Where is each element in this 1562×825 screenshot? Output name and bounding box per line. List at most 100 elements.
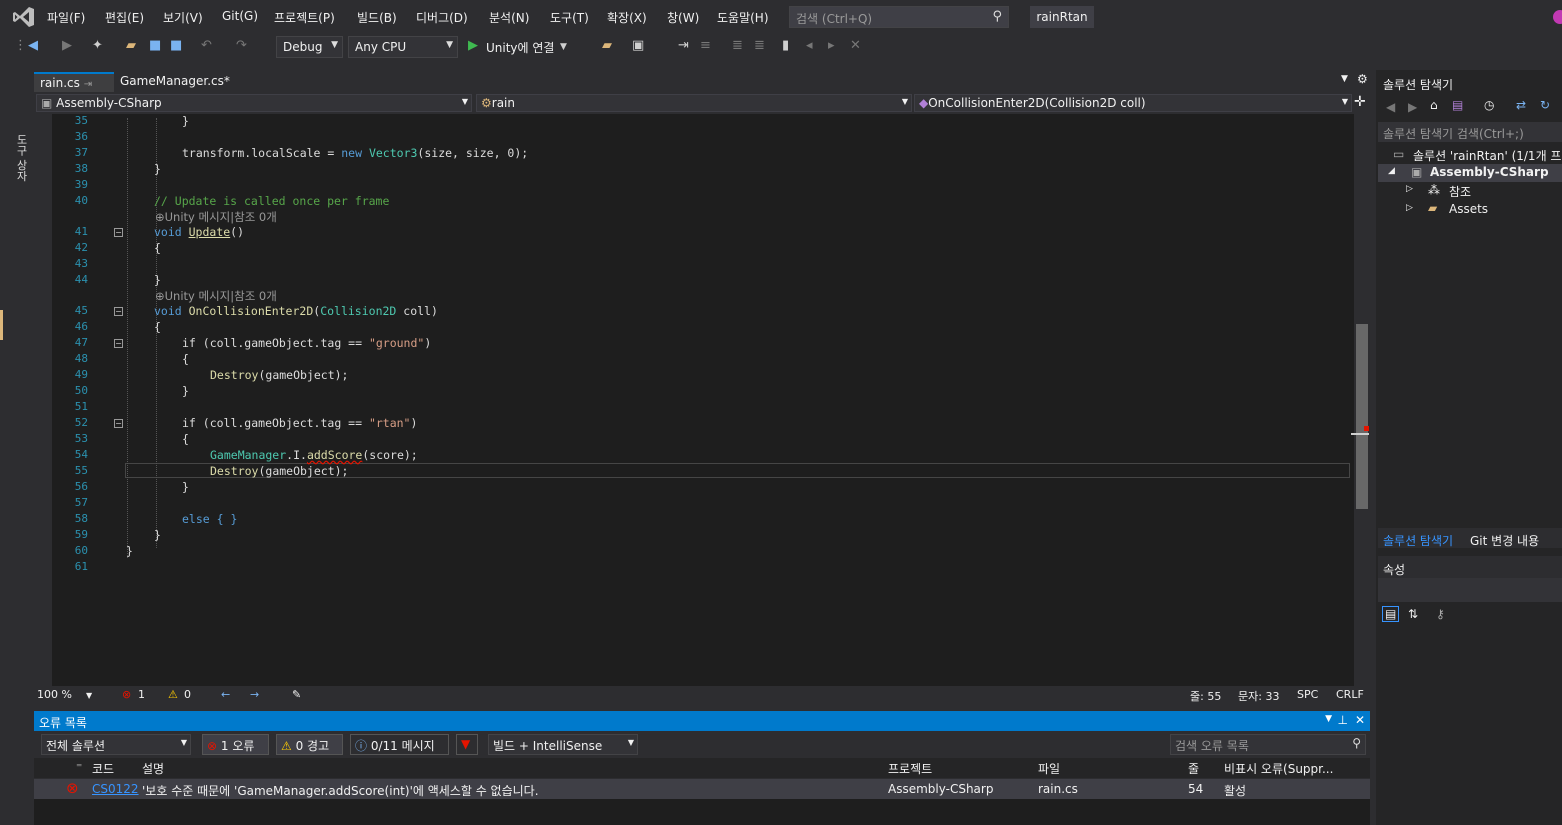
pending-changes-icon[interactable]: ◷ bbox=[1484, 98, 1494, 112]
visual-studio-logo-icon[interactable] bbox=[12, 6, 36, 28]
tab-solution-explorer[interactable]: 솔루션 탐색기 bbox=[1383, 532, 1453, 549]
errors-filter-button[interactable]: ⊗ 1 오류 bbox=[202, 734, 269, 755]
collapse-toggle[interactable]: − bbox=[114, 339, 123, 348]
solution-name-badge[interactable]: rainRtan bbox=[1030, 6, 1094, 28]
indent-icon[interactable]: ≡ bbox=[700, 38, 711, 53]
warnings-filter-button[interactable]: ⚠ 0 경고 bbox=[276, 734, 343, 755]
prev-bookmark-icon[interactable]: ◂ bbox=[806, 38, 813, 53]
account-avatar[interactable] bbox=[1553, 10, 1562, 24]
error-code-link[interactable]: CS0122 bbox=[92, 782, 139, 796]
tree-item-assets[interactable]: Assets bbox=[1449, 202, 1488, 216]
play-icon[interactable]: ▶ bbox=[468, 38, 478, 53]
pin-icon[interactable]: ⊥ bbox=[1338, 713, 1348, 727]
pin-icon[interactable]: ⇥ bbox=[84, 79, 92, 90]
property-pages-icon[interactable]: ⚷ bbox=[1436, 607, 1445, 621]
properties-object-select[interactable] bbox=[1378, 578, 1562, 602]
menu-tools[interactable]: 도구(T) bbox=[550, 9, 589, 26]
refresh-icon[interactable]: ↻ bbox=[1540, 98, 1550, 112]
bookmark-icon[interactable]: ▮ bbox=[782, 38, 789, 53]
collapse-toggle[interactable]: − bbox=[114, 419, 123, 428]
tab-gamemanager-cs[interactable]: GameManager.cs* bbox=[114, 72, 236, 92]
toolbox-tab[interactable]: 도구 상자 bbox=[13, 134, 29, 182]
whitespace-mode[interactable]: SPC bbox=[1297, 688, 1318, 701]
gear-icon[interactable]: ⚙ bbox=[1357, 72, 1368, 86]
save-icon[interactable]: ■ bbox=[149, 38, 161, 53]
switch-views-icon[interactable]: ▤ bbox=[1452, 98, 1463, 112]
warning-count[interactable]: 0 bbox=[184, 688, 191, 701]
tree-item-project[interactable]: Assembly-CSharp bbox=[1430, 165, 1549, 179]
alphabetical-icon[interactable]: ⇅ bbox=[1408, 607, 1418, 621]
class-dropdown[interactable]: ⚙rain ▼ bbox=[476, 94, 912, 112]
undo-icon[interactable]: ↶ bbox=[201, 38, 212, 53]
column-sort-icon[interactable]: ⁼ bbox=[76, 760, 82, 774]
uncomment-icon[interactable]: ≣ bbox=[754, 38, 765, 53]
menu-analyze[interactable]: 분석(N) bbox=[489, 9, 529, 26]
categorized-icon[interactable]: ▤ bbox=[1382, 606, 1400, 622]
menu-build[interactable]: 빌드(B) bbox=[357, 9, 397, 26]
chevron-down-icon[interactable]: ▼ bbox=[1325, 714, 1332, 724]
menu-view[interactable]: 보기(V) bbox=[163, 9, 203, 26]
error-count[interactable]: 1 bbox=[138, 688, 145, 701]
menu-project[interactable]: 프로젝트(P) bbox=[274, 9, 335, 26]
brush-icon[interactable]: ✎ bbox=[292, 688, 301, 701]
column-file[interactable]: 파일 bbox=[1038, 760, 1060, 777]
forward-icon[interactable]: ▶ bbox=[62, 38, 72, 53]
column-suppression[interactable]: 비표시 오류(Suppr... bbox=[1224, 760, 1333, 777]
filter-icon[interactable]: ▼ bbox=[456, 734, 478, 755]
clear-bookmark-icon[interactable]: ✕ bbox=[850, 38, 861, 53]
save-all-icon[interactable]: ■ bbox=[170, 38, 182, 53]
menu-git[interactable]: Git(G) bbox=[222, 9, 258, 23]
run-button-label[interactable]: Unity에 연결 bbox=[486, 39, 554, 56]
tree-item-solution[interactable]: 솔루션 'rainRtan' (1/1개 프로 bbox=[1413, 147, 1562, 164]
step-icon[interactable]: ⇥ bbox=[678, 38, 689, 53]
new-project-icon[interactable]: ✦ bbox=[92, 38, 103, 53]
project-dropdown[interactable]: ▣ Assembly-CSharp ▼ bbox=[36, 94, 472, 112]
split-editor-icon[interactable]: ✛ bbox=[1354, 94, 1366, 110]
menu-help[interactable]: 도움말(H) bbox=[717, 9, 769, 26]
error-icon[interactable]: ⊗ bbox=[122, 688, 131, 701]
forward-icon[interactable]: ▶ bbox=[1408, 100, 1417, 114]
chevron-down-icon[interactable]: ▼ bbox=[86, 691, 92, 700]
warning-icon[interactable]: ⚠ bbox=[168, 688, 178, 701]
menu-edit[interactable]: 편집(E) bbox=[105, 9, 144, 26]
menu-extensions[interactable]: 확장(X) bbox=[607, 9, 647, 26]
source-select[interactable]: 빌드 + IntelliSense ▼ bbox=[488, 734, 638, 755]
platform-select[interactable]: Any CPU ▼ bbox=[348, 36, 458, 58]
expanded-arrow-icon[interactable]: ◢ bbox=[1388, 166, 1395, 176]
tab-rain-cs[interactable]: rain.cs ⇥ bbox=[34, 72, 114, 92]
column-description[interactable]: 설명 bbox=[142, 760, 164, 777]
comment-icon[interactable]: ≣ bbox=[732, 38, 743, 53]
next-issue-icon[interactable]: → bbox=[250, 688, 259, 701]
scope-select[interactable]: 전체 솔루션 ▼ bbox=[41, 734, 191, 755]
close-icon[interactable]: ✕ bbox=[1355, 713, 1365, 727]
folder-icon[interactable]: ▰ bbox=[602, 38, 612, 53]
codelens-hint[interactable]: ⊕Unity 메시지|참조 0개 bbox=[155, 209, 277, 225]
zoom-level[interactable]: 100 % bbox=[37, 688, 72, 701]
collapsed-arrow-icon[interactable]: ▷ bbox=[1406, 184, 1413, 194]
sync-icon[interactable]: ⇄ bbox=[1516, 98, 1526, 112]
back-icon[interactable]: ◀ bbox=[1386, 100, 1395, 114]
column-line[interactable]: 줄 bbox=[1188, 760, 1199, 777]
menu-window[interactable]: 창(W) bbox=[667, 9, 699, 26]
collapsed-arrow-icon[interactable]: ▷ bbox=[1406, 203, 1413, 213]
menu-debug[interactable]: 디버그(D) bbox=[416, 9, 468, 26]
line-ending[interactable]: CRLF bbox=[1336, 688, 1364, 701]
chevron-down-icon[interactable]: ▼ bbox=[560, 42, 567, 52]
collapse-toggle[interactable]: − bbox=[114, 228, 123, 237]
column-code[interactable]: 코드 bbox=[92, 760, 114, 777]
codelens-hint[interactable]: ⊕Unity 메시지|참조 0개 bbox=[155, 288, 277, 304]
back-icon[interactable]: ◀ bbox=[28, 38, 38, 53]
tab-git-changes[interactable]: Git 변경 내용 bbox=[1470, 532, 1539, 549]
home-icon[interactable]: ⌂ bbox=[1430, 98, 1438, 112]
redo-icon[interactable]: ↷ bbox=[236, 38, 247, 53]
scrollbar-thumb[interactable] bbox=[1356, 324, 1368, 509]
open-folder-icon[interactable]: ▰ bbox=[126, 38, 136, 53]
member-dropdown[interactable]: ◆OnCollisionEnter2D(Collision2D coll) ▼ bbox=[914, 94, 1352, 112]
messages-filter-button[interactable]: ⓘ 0/11 메시지 bbox=[350, 734, 449, 755]
prev-issue-icon[interactable]: ← bbox=[221, 688, 230, 701]
error-search-input[interactable]: 검색 오류 목록 ⚲ bbox=[1170, 734, 1366, 755]
column-project[interactable]: 프로젝트 bbox=[888, 760, 932, 777]
menu-file[interactable]: 파일(F) bbox=[47, 9, 85, 26]
next-bookmark-icon[interactable]: ▸ bbox=[828, 38, 835, 53]
collapse-toggle[interactable]: − bbox=[114, 307, 123, 316]
